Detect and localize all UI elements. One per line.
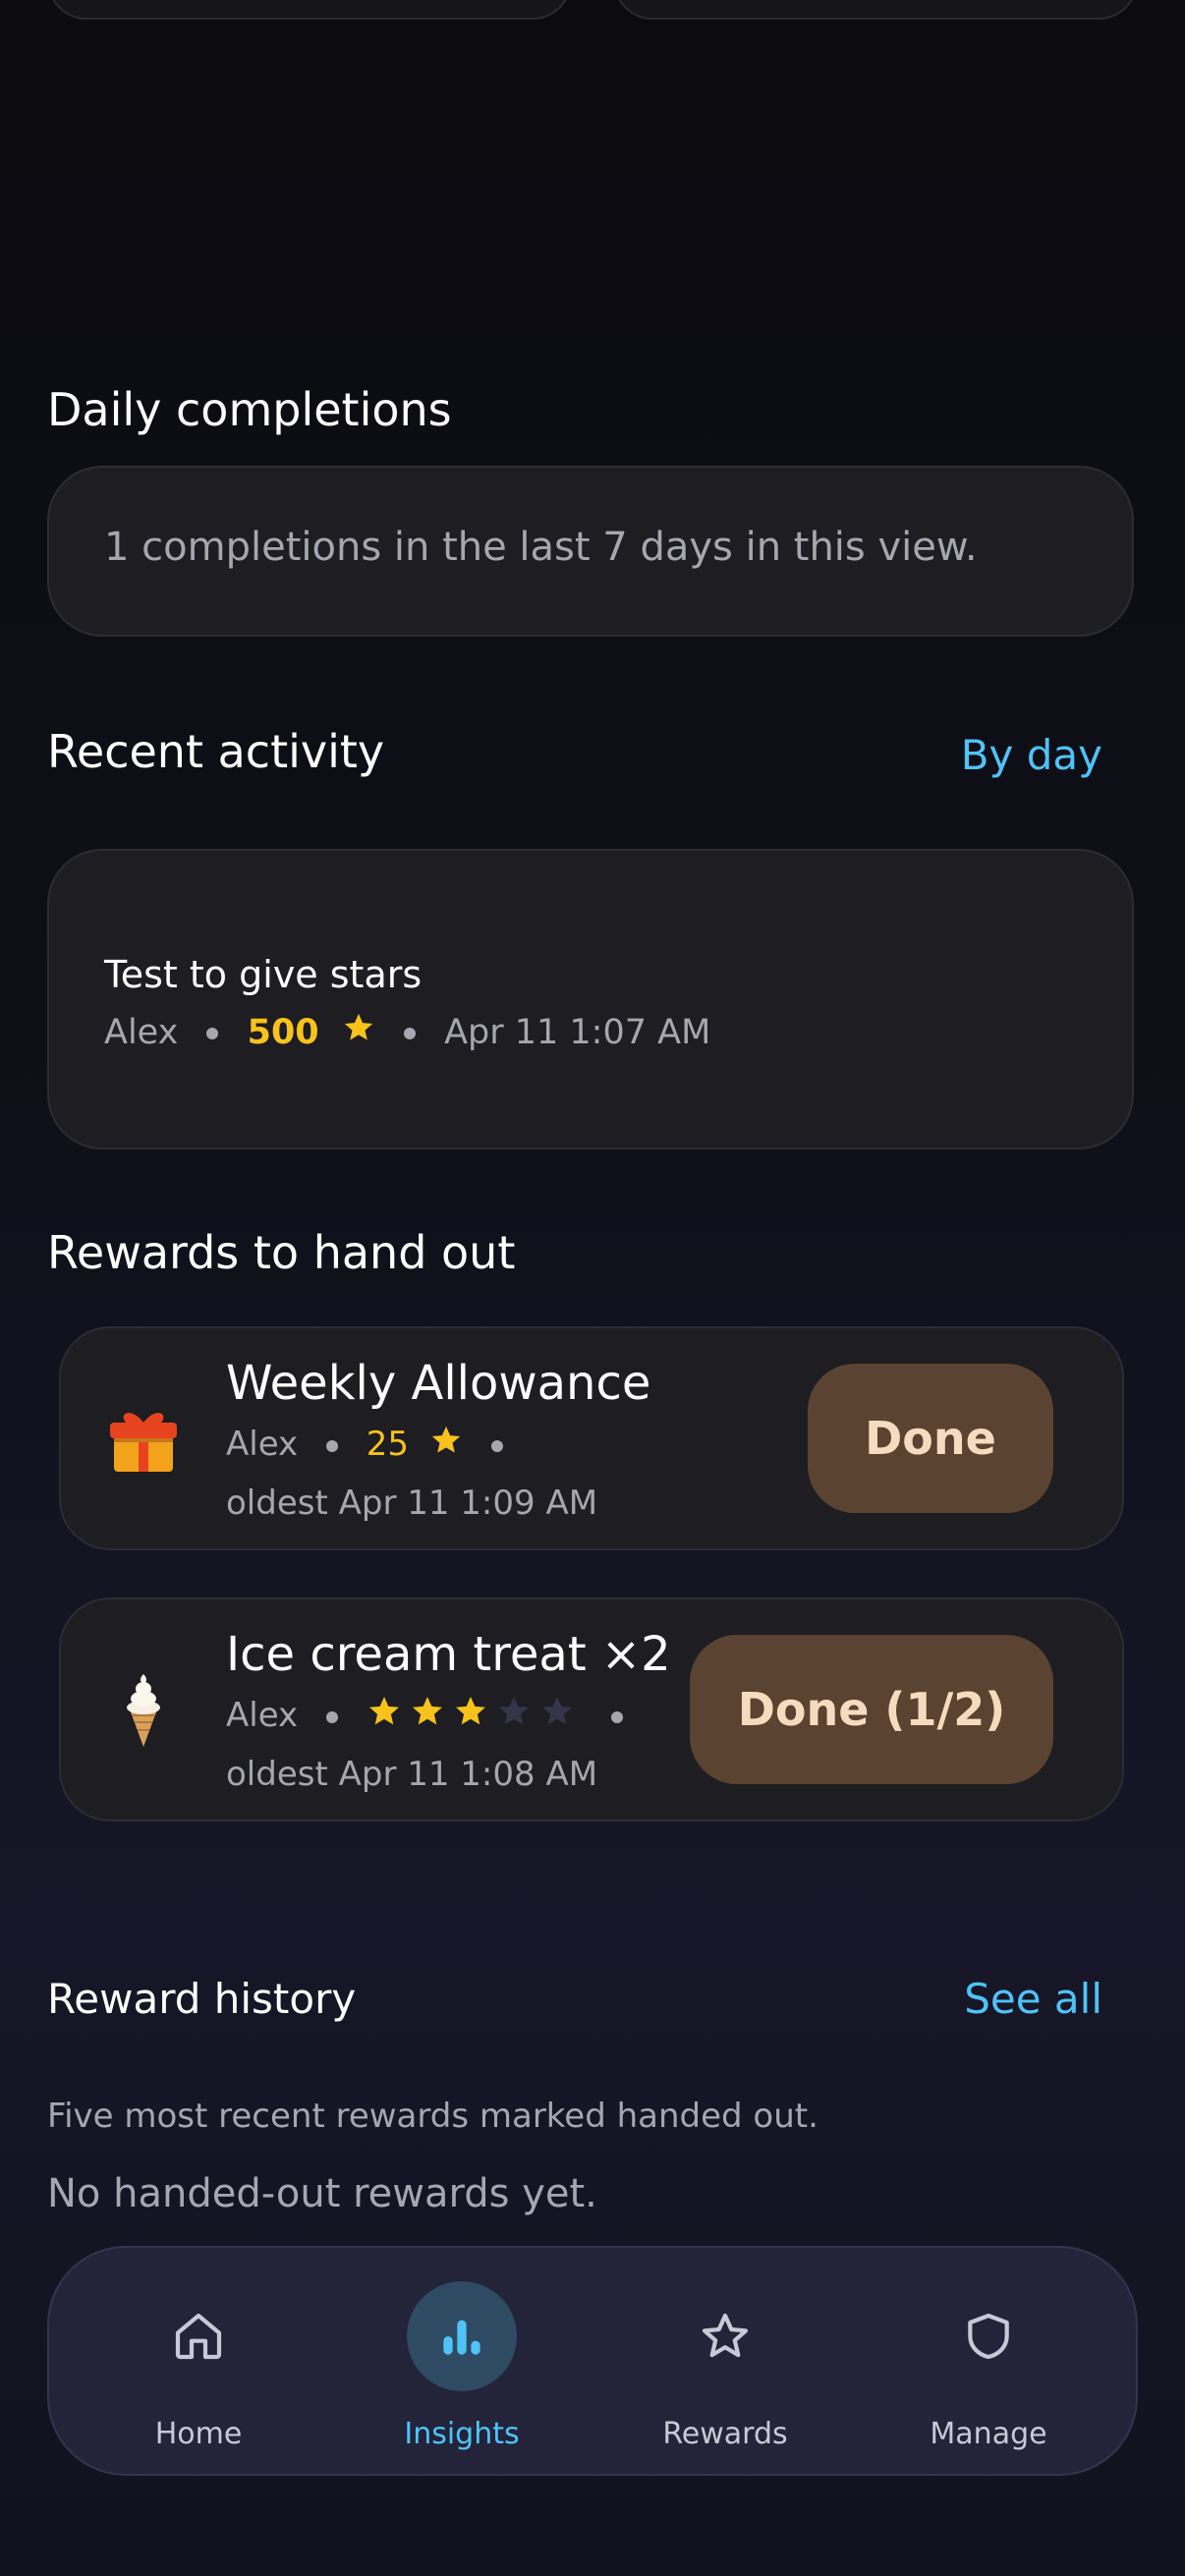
nav-item-rewards[interactable]: Rewards bbox=[627, 2248, 823, 2478]
reward-card-ice-cream: Ice cream treat ×2 Alex oldest Apr 11 1:… bbox=[59, 1597, 1124, 1821]
reward-person: Alex bbox=[226, 1425, 299, 1464]
done-button[interactable]: Done bbox=[808, 1364, 1053, 1513]
reward-oldest: oldest Apr 11 1:08 AM bbox=[226, 1755, 598, 1794]
star-outline-icon bbox=[670, 2281, 780, 2391]
bar-chart-icon bbox=[407, 2281, 517, 2391]
star-empty-icon bbox=[496, 1694, 532, 1740]
reward-meta: Alex bbox=[226, 1694, 641, 1740]
separator-dot bbox=[403, 1028, 416, 1039]
nav-label-manage: Manage bbox=[930, 2417, 1047, 2451]
stat-card-left bbox=[47, 0, 572, 20]
reward-title: Ice cream treat ×2 bbox=[226, 1627, 671, 1682]
shield-icon bbox=[933, 2281, 1044, 2391]
separator-dot bbox=[325, 1710, 338, 1723]
insights-page: Daily completions 1 completions in the l… bbox=[0, 0, 1185, 2576]
reward-history-subtitle: Five most recent rewards marked handed o… bbox=[47, 2097, 818, 2136]
nav-item-insights[interactable]: Insights bbox=[364, 2248, 560, 2478]
separator-dot bbox=[206, 1028, 219, 1039]
home-icon bbox=[143, 2281, 254, 2391]
recent-activity-card[interactable]: Test to give stars Alex 500 Apr 11 1:07 … bbox=[47, 849, 1134, 1149]
nav-label-rewards: Rewards bbox=[662, 2417, 788, 2451]
ice-cream-icon bbox=[104, 1670, 183, 1749]
nav-label-home: Home bbox=[154, 2417, 243, 2451]
bottom-nav: Home Insights Rewards Manage bbox=[47, 2246, 1138, 2476]
star-filled-icon bbox=[410, 1694, 445, 1740]
nav-label-insights: Insights bbox=[404, 2417, 520, 2451]
reward-title: Weekly Allowance bbox=[226, 1356, 651, 1411]
star-filled-icon bbox=[453, 1694, 488, 1740]
reward-meta: Alex 25 bbox=[226, 1423, 521, 1468]
nav-item-manage[interactable]: Manage bbox=[890, 2248, 1087, 2478]
activity-title: Test to give stars bbox=[104, 953, 423, 996]
star-icon bbox=[342, 1011, 375, 1056]
star-rating bbox=[367, 1696, 583, 1735]
reward-history-empty: No handed-out rewards yet. bbox=[47, 2171, 597, 2216]
star-empty-icon bbox=[539, 1694, 575, 1740]
activity-person: Alex bbox=[104, 1013, 179, 1052]
activity-meta: Alex 500 Apr 11 1:07 AM bbox=[104, 1010, 710, 1056]
stat-card-right bbox=[613, 0, 1138, 20]
separator-dot bbox=[325, 1439, 338, 1452]
separator-dot bbox=[490, 1439, 503, 1452]
gift-icon bbox=[104, 1399, 183, 1478]
star-filled-icon bbox=[367, 1694, 402, 1740]
activity-time: Apr 11 1:07 AM bbox=[444, 1013, 711, 1052]
separator-dot bbox=[610, 1710, 623, 1723]
daily-completions-summary: 1 completions in the last 7 days in this… bbox=[104, 525, 978, 570]
daily-completions-card: 1 completions in the last 7 days in this… bbox=[47, 466, 1134, 637]
reward-card-weekly-allowance: Weekly Allowance Alex 25 oldest Apr 11 1… bbox=[59, 1326, 1124, 1550]
rewards-to-hand-out-title: Rewards to hand out bbox=[47, 1226, 516, 1279]
recent-activity-title: Recent activity bbox=[47, 725, 385, 778]
reward-history-title: Reward history bbox=[47, 1975, 357, 2023]
nav-item-home[interactable]: Home bbox=[100, 2248, 297, 2478]
done-partial-button[interactable]: Done (1/2) bbox=[690, 1635, 1053, 1784]
reward-oldest: oldest Apr 11 1:09 AM bbox=[226, 1484, 598, 1523]
reward-person: Alex bbox=[226, 1696, 299, 1735]
star-icon bbox=[429, 1424, 463, 1468]
daily-completions-title: Daily completions bbox=[47, 383, 452, 436]
by-day-link[interactable]: By day bbox=[961, 731, 1102, 779]
reward-cost: 25 bbox=[366, 1425, 410, 1464]
see-all-link[interactable]: See all bbox=[964, 1975, 1102, 2023]
activity-stars-count: 500 bbox=[247, 1013, 319, 1052]
